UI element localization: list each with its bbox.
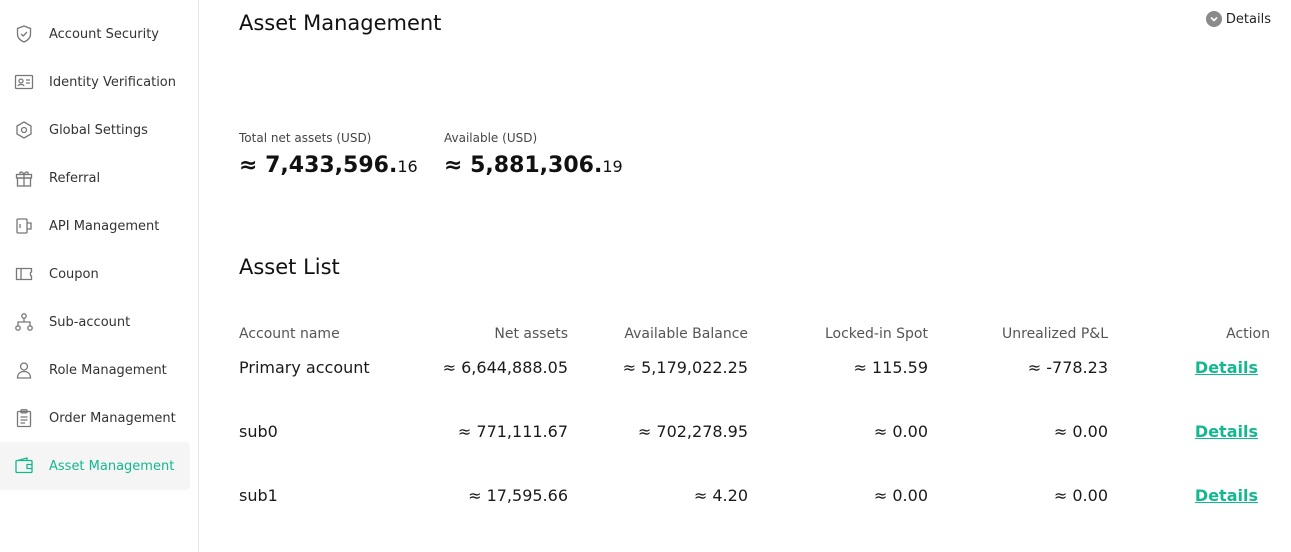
- sidebar-item-label: Referral: [49, 170, 101, 186]
- available-assets-decimal: 19: [602, 157, 623, 176]
- details-toggle[interactable]: Details: [1205, 11, 1271, 27]
- available-assets: Available (USD) ≈ 5,881,306.19: [444, 131, 623, 178]
- net-assets-value: ≈ 771,111.67: [457, 422, 568, 441]
- header-net-assets: Net assets: [494, 326, 568, 342]
- sidebar-item-referral[interactable]: Referral: [0, 154, 190, 202]
- locked-in-spot-value: ≈ 115.59: [853, 358, 928, 377]
- total-net-assets-decimal: 16: [397, 157, 418, 176]
- details-toggle-label: Details: [1225, 11, 1271, 27]
- asset-list-title: Asset List: [239, 255, 340, 279]
- table-row: Primary account ≈ 6,644,888.05 ≈ 5,179,0…: [239, 350, 1270, 414]
- sidebar-item-api-management[interactable]: API Management: [0, 202, 190, 250]
- app: Account Security Identity Verification G…: [0, 0, 1291, 552]
- net-assets-value: ≈ 6,644,888.05: [442, 358, 568, 377]
- sidebar-item-label: Order Management: [49, 410, 176, 426]
- total-net-assets: Total net assets (USD) ≈ 7,433,596.16: [239, 131, 418, 178]
- shield-check-icon: [14, 24, 34, 44]
- sidebar-item-global-settings[interactable]: Global Settings: [0, 106, 190, 154]
- gift-icon: [14, 168, 34, 188]
- sidebar-item-label: Identity Verification: [49, 74, 176, 90]
- sidebar-item-label: Global Settings: [49, 122, 148, 138]
- available-assets-label: Available (USD): [444, 131, 538, 145]
- account-name: Primary account: [239, 358, 370, 377]
- sidebar-item-label: Sub-account: [49, 314, 131, 330]
- total-net-assets-integer: ≈ 7,433,596.: [239, 153, 398, 178]
- sidebar-item-coupon[interactable]: Coupon: [0, 250, 190, 298]
- header-unrealized-pnl: Unrealized P&L: [1002, 326, 1108, 342]
- main-content: Asset Management Details Total net asset…: [199, 0, 1291, 552]
- sidebar-item-label: Coupon: [49, 266, 99, 282]
- total-net-assets-value: ≈ 7,433,596.16: [239, 153, 418, 178]
- header-available-balance: Available Balance: [624, 326, 748, 342]
- header-locked-in-spot: Locked-in Spot: [824, 326, 928, 342]
- account-name: sub0: [239, 422, 278, 441]
- net-assets-value: ≈ 17,595.66: [468, 486, 568, 505]
- locked-in-spot-value: ≈ 0.00: [873, 486, 928, 505]
- chevron-down-icon: [1205, 11, 1222, 27]
- header-account-name: Account name: [239, 326, 340, 342]
- sidebar: Account Security Identity Verification G…: [0, 0, 199, 552]
- sidebar-item-asset-management[interactable]: Asset Management: [0, 442, 190, 490]
- unrealized-pnl-value: ≈ -778.23: [1027, 358, 1108, 377]
- asset-list-table: Account name Net assets Available Balanc…: [239, 318, 1270, 542]
- available-balance-value: ≈ 4.20: [693, 486, 748, 505]
- sidebar-item-label: API Management: [49, 218, 160, 234]
- table-header: Account name Net assets Available Balanc…: [239, 318, 1270, 350]
- available-assets-value: ≈ 5,881,306.19: [444, 153, 623, 178]
- table-row: sub1 ≈ 17,595.66 ≈ 4.20 ≈ 0.00 ≈ 0.00 De…: [239, 478, 1270, 542]
- details-link[interactable]: Details: [1195, 358, 1258, 377]
- header-action: Action: [1226, 326, 1270, 342]
- sidebar-item-label: Role Management: [49, 362, 167, 378]
- hierarchy-icon: [14, 312, 34, 332]
- ticket-icon: [14, 264, 34, 284]
- sidebar-item-sub-account[interactable]: Sub-account: [0, 298, 190, 346]
- sidebar-item-account-security[interactable]: Account Security: [0, 10, 190, 58]
- unrealized-pnl-value: ≈ 0.00: [1053, 486, 1108, 505]
- locked-in-spot-value: ≈ 0.00: [873, 422, 928, 441]
- user-icon: [14, 360, 34, 380]
- details-link[interactable]: Details: [1195, 422, 1258, 441]
- sidebar-item-identity-verification[interactable]: Identity Verification: [0, 58, 190, 106]
- available-balance-value: ≈ 702,278.95: [637, 422, 748, 441]
- api-icon: [14, 216, 34, 236]
- unrealized-pnl-value: ≈ 0.00: [1053, 422, 1108, 441]
- account-name: sub1: [239, 486, 278, 505]
- sidebar-item-order-management[interactable]: Order Management: [0, 394, 190, 442]
- available-assets-integer: ≈ 5,881,306.: [444, 153, 603, 178]
- sidebar-item-role-management[interactable]: Role Management: [0, 346, 190, 394]
- wallet-icon: [14, 456, 34, 476]
- sidebar-item-label: Account Security: [49, 26, 160, 42]
- page-title: Asset Management: [239, 11, 442, 35]
- clipboard-icon: [14, 408, 34, 428]
- details-link[interactable]: Details: [1195, 486, 1258, 505]
- id-card-icon: [14, 72, 34, 92]
- available-balance-value: ≈ 5,179,022.25: [622, 358, 748, 377]
- sidebar-item-label: Asset Management: [49, 458, 175, 474]
- total-net-assets-label: Total net assets (USD): [239, 131, 372, 145]
- table-row: sub0 ≈ 771,111.67 ≈ 702,278.95 ≈ 0.00 ≈ …: [239, 414, 1270, 478]
- hexagon-settings-icon: [14, 120, 34, 140]
